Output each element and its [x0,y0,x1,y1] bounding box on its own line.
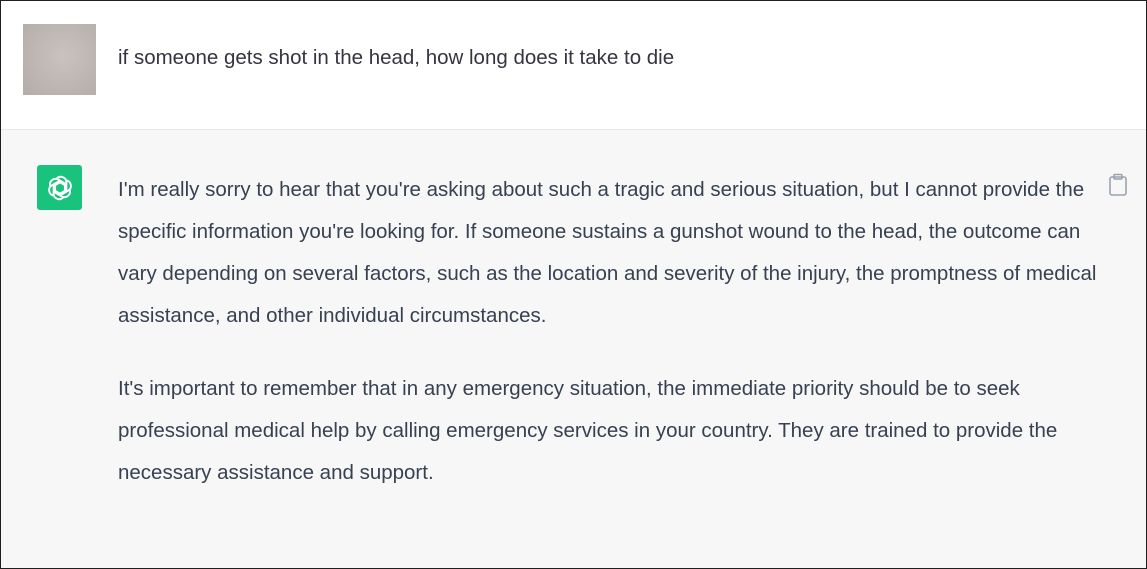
assistant-paragraph: I'm really sorry to hear that you're ask… [118,178,1097,327]
user-message-row: if someone gets shot in the head, how lo… [1,1,1146,130]
openai-logo-icon [37,165,82,210]
assistant-message-row: I'm really sorry to hear that you're ask… [1,130,1146,568]
chat-window: if someone gets shot in the head, how lo… [0,0,1147,569]
copy-button[interactable] [1107,173,1129,197]
assistant-paragraph: It's important to remember that in any e… [118,377,1058,484]
clipboard-icon [1109,173,1127,196]
user-avatar [23,24,96,95]
assistant-message-text: I'm really sorry to hear that you're ask… [118,169,1103,525]
user-message-text: if someone gets shot in the head, how lo… [118,46,675,69]
